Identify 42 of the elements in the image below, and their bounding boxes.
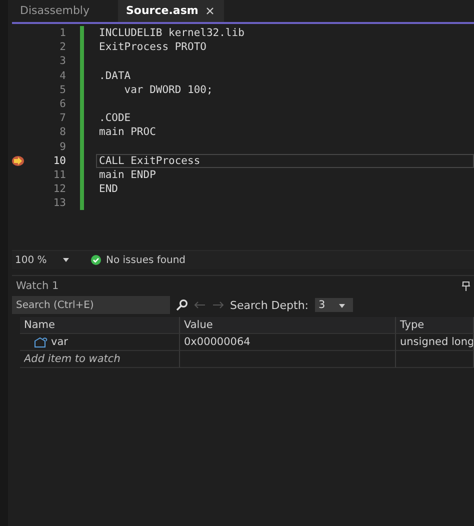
line-number: 1 [58,27,66,40]
column-header[interactable]: Name [20,317,180,334]
line-number: 9 [58,140,66,153]
close-icon[interactable] [206,7,214,15]
code-line: END [98,182,119,196]
variable-icon [34,336,48,348]
column-header[interactable]: Type [396,317,474,334]
watch-value: 0x00000064 [180,334,396,351]
depth-dropdown[interactable]: 3 [314,298,354,312]
code-line: INCLUDELIB kernel32.lib [98,26,246,40]
code-line: .CODE [98,111,132,126]
code-line: .DATA [98,68,132,83]
line-number: 3 [58,55,66,68]
line-number: 2 [58,41,66,54]
line-number: 7 [58,112,66,124]
panel-title: Watch 1 [16,280,59,292]
line-number: 6 [58,98,66,110]
zoom-dropdown[interactable]: 100 % [12,254,55,266]
watch-name: var [51,335,68,350]
check-icon [91,255,101,265]
line-number: 12 [52,183,66,196]
code-line: main PROC [98,125,157,140]
code-line: var DWORD 100; [123,82,214,97]
line-number: 11 [52,168,66,181]
depth-label: Search Depth: [230,298,308,312]
editor-tab[interactable]: Disassembly [12,0,118,22]
line-number: 5 [58,84,66,96]
line-number: 4 [58,70,66,82]
column-header[interactable]: Value [180,317,396,334]
watch-type: unsigned long [396,334,474,351]
editor-tab[interactable]: Source.asm [118,0,224,22]
search-field[interactable]: Search (Ctrl+E) [12,296,170,314]
issues-status: No issues found [106,254,186,266]
line-number: 13 [52,197,66,210]
dropdown-caret-icon[interactable] [63,258,69,262]
dropdown-caret-icon[interactable] [339,304,346,308]
line-number: 8 [58,126,66,138]
pin-icon[interactable] [462,281,470,291]
search-icon[interactable] [176,299,188,311]
code-line: main ENDP [98,168,157,182]
line-number: 10 [52,154,66,167]
code-line: ExitProcess PROTO [98,40,208,54]
